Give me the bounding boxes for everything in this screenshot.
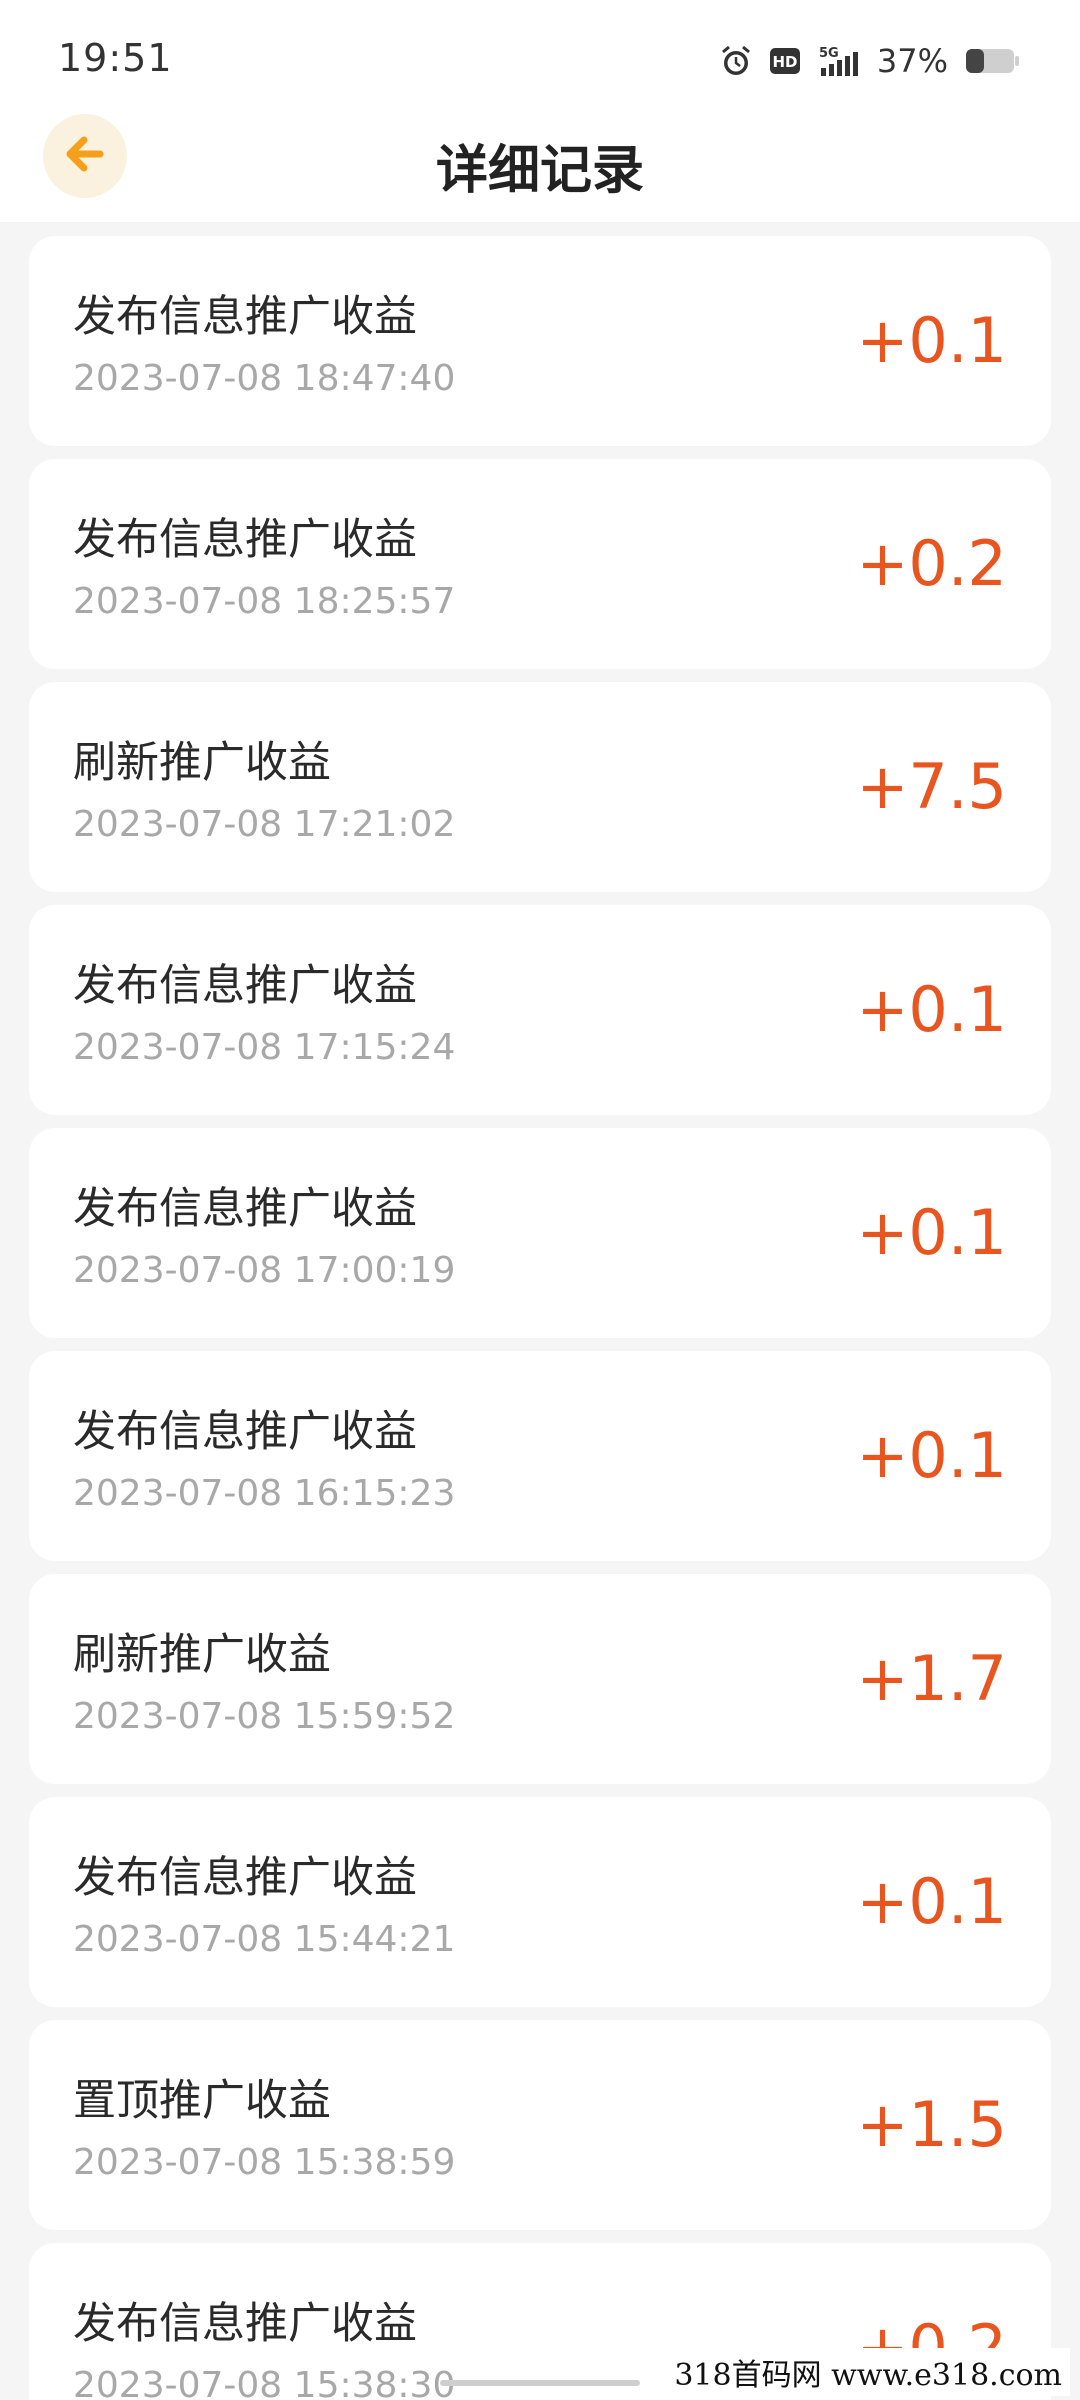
record-amount: +0.2: [856, 527, 1007, 600]
record-amount: +1.5: [856, 2088, 1007, 2161]
home-indicator[interactable]: [440, 2380, 640, 2386]
record-card[interactable]: 发布信息推广收益 2023-07-08 16:15:23 +0.1: [29, 1351, 1051, 1561]
record-card[interactable]: 发布信息推广收益 2023-07-08 18:25:57 +0.2: [29, 459, 1051, 669]
svg-text:HD: HD: [772, 53, 797, 71]
record-title: 发布信息推广收益: [73, 961, 417, 1011]
record-time: 2023-07-08 17:00:19: [73, 1250, 456, 1291]
record-title: 发布信息推广收益: [73, 1407, 417, 1457]
record-title: 置顶推广收益: [73, 2076, 331, 2126]
record-title: 发布信息推广收益: [73, 2299, 417, 2349]
record-amount: +0.1: [856, 304, 1007, 377]
page-title: 详细记录: [435, 141, 644, 201]
top-bar: 19:51 HD 5G 37% 详细记录: [0, 0, 1080, 222]
record-time: 2023-07-08 18:25:57: [73, 581, 456, 622]
record-title: 刷新推广收益: [73, 1630, 331, 1680]
record-time: 2023-07-08 17:21:02: [73, 804, 456, 845]
record-amount: +1.7: [856, 1642, 1007, 1715]
record-title: 发布信息推广收益: [73, 515, 417, 565]
record-card[interactable]: 发布信息推广收益 2023-07-08 17:00:19 +0.1: [29, 1128, 1051, 1338]
alarm-icon: [719, 44, 753, 78]
record-amount: +0.1: [856, 1196, 1007, 1269]
nav-bar: 详细记录: [0, 110, 1080, 222]
record-time: 2023-07-08 15:38:30: [73, 2365, 456, 2400]
hd-icon: HD: [769, 46, 801, 76]
status-time: 19:51: [58, 36, 173, 80]
record-title: 发布信息推广收益: [73, 1184, 417, 1234]
record-card[interactable]: 发布信息推广收益 2023-07-08 17:15:24 +0.1: [29, 905, 1051, 1115]
status-icons: HD 5G 37%: [719, 38, 1022, 84]
record-title: 刷新推广收益: [73, 738, 331, 788]
record-amount: +0.1: [856, 973, 1007, 1046]
record-card[interactable]: 发布信息推广收益 2023-07-08 15:44:21 +0.1: [29, 1797, 1051, 2007]
status-bar: 19:51 HD 5G 37%: [0, 0, 1080, 110]
records-list: 发布信息推广收益 2023-07-08 18:47:40 +0.1 发布信息推广…: [29, 236, 1051, 2400]
svg-text:5G: 5G: [819, 46, 839, 61]
record-amount: +0.1: [856, 1865, 1007, 1938]
5g-signal-icon: 5G: [817, 44, 861, 78]
record-time: 2023-07-08 15:59:52: [73, 1696, 456, 1737]
record-time: 2023-07-08 18:47:40: [73, 358, 456, 399]
record-card[interactable]: 刷新推广收益 2023-07-08 15:59:52 +1.7: [29, 1574, 1051, 1784]
record-card[interactable]: 发布信息推广收益 2023-07-08 18:47:40 +0.1: [29, 236, 1051, 446]
record-time: 2023-07-08 16:15:23: [73, 1473, 456, 1514]
record-title: 发布信息推广收益: [73, 292, 417, 342]
record-time: 2023-07-08 15:44:21: [73, 1919, 456, 1960]
battery-percent: 37%: [876, 42, 948, 80]
site-watermark: 318首码网 www.e318.com: [666, 2348, 1070, 2396]
record-card[interactable]: 刷新推广收益 2023-07-08 17:21:02 +7.5: [29, 682, 1051, 892]
record-amount: +0.1: [856, 1419, 1007, 1492]
record-amount: +7.5: [856, 750, 1007, 823]
record-card[interactable]: 置顶推广收益 2023-07-08 15:38:59 +1.5: [29, 2020, 1051, 2230]
battery-icon: [964, 46, 1022, 76]
record-time: 2023-07-08 15:38:59: [73, 2142, 456, 2183]
record-title: 发布信息推广收益: [73, 1853, 417, 1903]
record-time: 2023-07-08 17:15:24: [73, 1027, 456, 1068]
